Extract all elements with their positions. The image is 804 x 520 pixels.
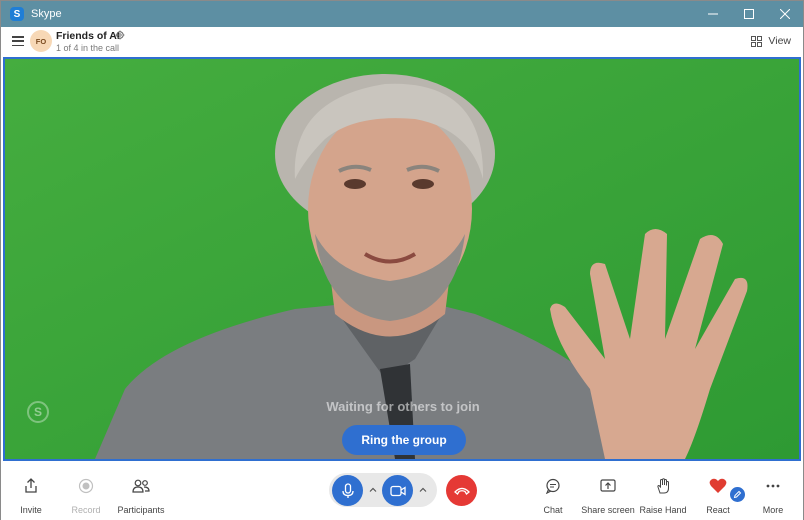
app-title: Skype: [31, 8, 62, 20]
chat-button[interactable]: Chat: [523, 477, 583, 515]
grid-view-icon: [751, 35, 763, 47]
invite-button[interactable]: Invite: [1, 477, 61, 515]
participants-icon: [132, 477, 150, 495]
more-icon: [764, 477, 782, 495]
share-screen-label: Share screen: [581, 505, 635, 515]
more-label: More: [762, 505, 784, 515]
minimize-button[interactable]: [695, 1, 731, 27]
react-label: React: [706, 505, 730, 515]
ring-group-button[interactable]: Ring the group: [342, 425, 466, 455]
video-camera-icon: [389, 485, 406, 496]
heart-icon: [709, 477, 727, 495]
waiting-message: Waiting for others to join: [326, 399, 480, 414]
call-participant-count: 1 of 4 in the call: [56, 43, 120, 53]
share-screen-icon: [599, 477, 617, 495]
more-button[interactable]: More: [743, 477, 803, 515]
title-bar: S Skype: [1, 1, 803, 27]
group-name[interactable]: Friends of AI: [56, 30, 120, 42]
microphone-options-chevron-icon[interactable]: [368, 485, 378, 495]
end-call-button[interactable]: [446, 475, 477, 506]
video-feed: S Waiting for others to join Ring the gr…: [3, 57, 801, 461]
window-controls: [695, 1, 803, 27]
participants-button[interactable]: Participants: [111, 477, 171, 515]
chat-label: Chat: [543, 505, 563, 515]
raise-hand-button[interactable]: Raise Hand: [633, 477, 693, 515]
call-header: FO Friends of AI 1 of 4 in the call View: [1, 27, 803, 57]
maximize-icon: [744, 9, 754, 19]
close-button[interactable]: [767, 1, 803, 27]
microphone-icon: [341, 482, 354, 498]
chat-icon: [544, 477, 562, 495]
skype-logo-icon: S: [10, 7, 24, 21]
close-icon: [780, 9, 790, 19]
minimize-icon: [708, 13, 718, 15]
settings-icon[interactable]: [115, 30, 125, 40]
participants-label: Participants: [117, 505, 165, 515]
raise-hand-label: Raise Hand: [639, 505, 687, 515]
skype-window: S Skype FO Friends of AI 1 of 4 in the c…: [0, 0, 804, 520]
invite-label: Invite: [20, 505, 42, 515]
record-label: Record: [71, 505, 101, 515]
record-icon: [77, 477, 95, 495]
share-icon: [22, 477, 40, 495]
video-options-chevron-icon[interactable]: [418, 485, 428, 495]
video-button[interactable]: [382, 475, 413, 506]
hand-icon: [654, 477, 672, 495]
group-avatar[interactable]: FO: [30, 30, 52, 52]
record-button[interactable]: Record: [56, 477, 116, 515]
share-screen-button[interactable]: Share screen: [578, 477, 638, 515]
call-toolbar: Invite Record Participants Chat Share sc…: [1, 463, 803, 520]
hang-up-icon: [453, 487, 470, 495]
view-label: View: [768, 35, 791, 47]
menu-icon[interactable]: [12, 36, 24, 47]
maximize-button[interactable]: [731, 1, 767, 27]
view-button[interactable]: View: [751, 35, 791, 47]
microphone-button[interactable]: [332, 475, 363, 506]
